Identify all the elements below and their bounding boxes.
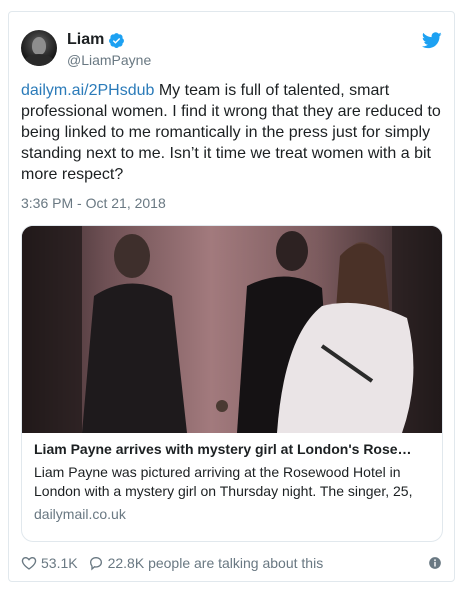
card-description: Liam Payne was pictured arriving at the … — [34, 464, 413, 499]
reply-text: 22.8K people are talking about this — [107, 555, 324, 571]
card-image — [22, 226, 442, 433]
reply-action[interactable]: 22.8K people are talking about this — [88, 555, 324, 571]
info-icon[interactable] — [428, 556, 442, 570]
display-name[interactable]: Liam — [67, 31, 104, 49]
speech-bubble-icon — [89, 556, 102, 571]
verified-badge-icon — [109, 32, 125, 48]
like-count: 53.1K — [41, 555, 78, 571]
tweet-timestamp[interactable]: 3:36 PM - Oct 21, 2018 — [21, 195, 166, 211]
card-text: Liam Payne arrives with mystery girl at … — [34, 440, 432, 524]
avatar[interactable] — [21, 30, 57, 66]
avatar-shoulders — [24, 54, 54, 66]
like-action[interactable]: 53.1K — [21, 555, 78, 571]
tweet-embed[interactable]: Liam @LiamPayne dailym.ai/2PHsdub My tea… — [8, 11, 455, 582]
link-card[interactable]: Liam Payne arrives with mystery girl at … — [21, 225, 443, 542]
name-row: Liam — [67, 31, 125, 49]
card-domain: dailymail.co.uk — [34, 506, 126, 522]
user-handle[interactable]: @LiamPayne — [67, 52, 151, 68]
tweet-text: dailym.ai/2PHsdub My team is full of tal… — [21, 80, 441, 185]
card-title[interactable]: Liam Payne arrives with mystery girl at … — [34, 440, 432, 459]
tweet-link[interactable]: dailym.ai/2PHsdub — [21, 82, 154, 99]
tweet-actions: 53.1K 22.8K people are talking about thi… — [21, 552, 442, 574]
avatar-face — [32, 37, 46, 55]
tweet-header: Liam @LiamPayne — [21, 30, 442, 70]
twitter-bird-icon[interactable] — [422, 32, 442, 49]
heart-icon — [21, 556, 37, 570]
card-photo — [22, 226, 442, 433]
